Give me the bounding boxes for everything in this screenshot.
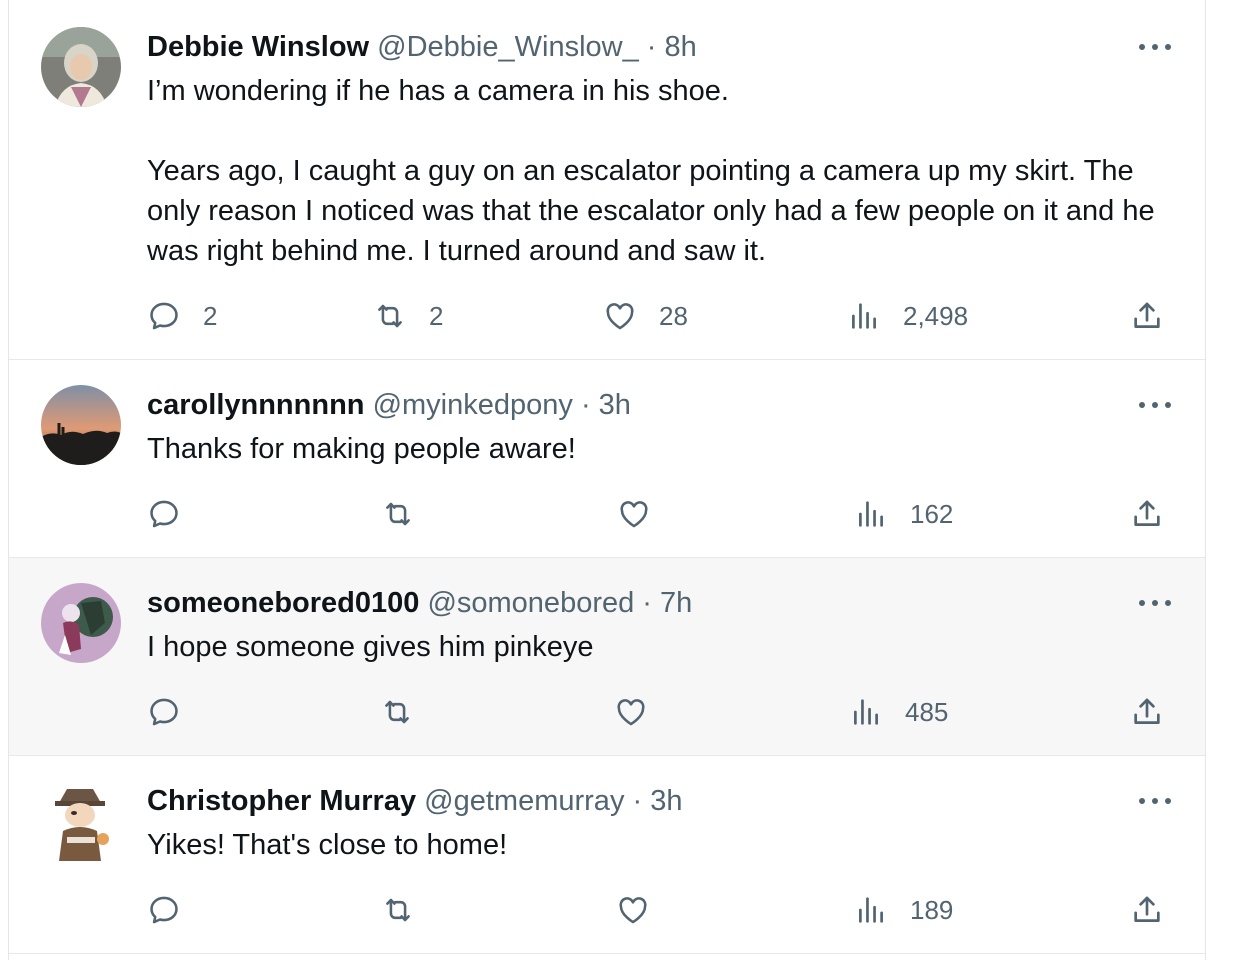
timestamp[interactable]: 7h: [660, 587, 692, 619]
like-button[interactable]: [616, 890, 650, 930]
view-count: 2,498: [903, 300, 969, 331]
like-icon: [620, 501, 648, 528]
more-icon[interactable]: [1139, 37, 1171, 57]
share-icon: [1134, 500, 1160, 526]
timestamp[interactable]: 3h: [650, 785, 682, 817]
tweet-paragraph: Years ago, I caught a guy on an escalato…: [147, 155, 1155, 267]
retweet-icon: [386, 502, 410, 526]
tweet-header: Debbie Winslow @Debbie_Winslow_ · 8h: [147, 27, 697, 67]
share-button[interactable]: [1130, 296, 1164, 336]
avatar[interactable]: [41, 385, 121, 465]
reply-button[interactable]: [147, 890, 181, 930]
retweet-count: 2: [429, 300, 444, 331]
reply-icon: [150, 896, 178, 924]
views-icon: [854, 699, 878, 725]
tweet-debbie-winslow[interactable]: Debbie Winslow @Debbie_Winslow_ · 8h I’m…: [9, 0, 1205, 360]
like-icon: [619, 897, 647, 924]
reply-icon: [150, 500, 178, 528]
timestamp[interactable]: 3h: [599, 389, 631, 421]
user-handle[interactable]: @getmemurray: [424, 785, 624, 817]
separator-dot: ·: [646, 31, 657, 63]
like-button[interactable]: [617, 494, 651, 534]
tweet-header: Christopher Murray @getmemurray · 3h: [147, 781, 683, 821]
like-button[interactable]: 28: [603, 296, 688, 336]
display-name[interactable]: Debbie Winslow: [147, 31, 369, 63]
reply-button[interactable]: 2: [147, 296, 217, 336]
avatar[interactable]: [41, 781, 121, 861]
timestamp[interactable]: 8h: [665, 31, 697, 63]
avatar[interactable]: [41, 27, 121, 107]
separator-dot: ·: [642, 587, 652, 619]
avatar[interactable]: [41, 583, 121, 663]
share-button[interactable]: [1130, 890, 1164, 930]
tweet-christopher-murray[interactable]: Christopher Murray @getmemurray · 3h Yik…: [9, 756, 1205, 954]
reply-button[interactable]: [147, 494, 181, 534]
tweet-text: I’m wondering if he has a camera in his …: [147, 71, 1187, 271]
share-button[interactable]: [1130, 494, 1164, 534]
tweet-header: carollynnnnnnn @myinkedpony · 3h: [147, 385, 631, 425]
more-icon[interactable]: [1139, 791, 1171, 811]
retweet-button[interactable]: [380, 692, 414, 732]
tweet-paragraph: I’m wondering if he has a camera in his …: [147, 75, 729, 107]
more-icon[interactable]: [1139, 395, 1171, 415]
separator-dot: ·: [580, 389, 591, 421]
reply-icon: [150, 302, 178, 330]
retweet-icon: [378, 304, 402, 328]
tweet-text: Thanks for making people aware!: [147, 429, 1187, 469]
user-handle[interactable]: @myinkedpony: [373, 389, 573, 421]
tweet-text: Yikes! That's close to home!: [147, 825, 1187, 865]
tweet-paragraph: I hope someone gives him pinkeye: [147, 631, 594, 663]
reply-button[interactable]: [147, 692, 181, 732]
like-icon: [606, 303, 634, 330]
display-name[interactable]: carollynnnnnnn: [147, 389, 365, 421]
share-icon: [1134, 698, 1160, 724]
display-name[interactable]: someonebored0100: [147, 587, 419, 619]
retweet-icon: [385, 700, 409, 724]
like-count: 28: [659, 300, 688, 331]
like-icon: [617, 699, 645, 726]
like-button[interactable]: [614, 692, 648, 732]
views-button[interactable]: 485: [849, 692, 948, 732]
view-count: 189: [910, 894, 954, 925]
reply-feed: Debbie Winslow @Debbie_Winslow_ · 8h I’m…: [8, 0, 1206, 960]
retweet-button[interactable]: 2: [373, 296, 443, 336]
tweet-paragraph: Yikes! That's close to home!: [147, 829, 508, 861]
more-icon[interactable]: [1139, 593, 1171, 613]
retweet-button[interactable]: [381, 494, 415, 534]
views-button[interactable]: 2,498: [847, 296, 968, 336]
view-count: 485: [905, 696, 949, 727]
reply-icon: [150, 698, 178, 726]
user-handle[interactable]: @somonebored: [427, 587, 634, 619]
tweet-header: someonebored0100 @somonebored · 7h: [147, 583, 692, 623]
user-handle[interactable]: @Debbie_Winslow_: [377, 31, 639, 63]
reply-count: 2: [203, 300, 218, 331]
views-icon: [852, 303, 876, 329]
tweet-someonebored0100[interactable]: someonebored0100 @somonebored · 7h I hop…: [9, 558, 1205, 756]
views-button[interactable]: 189: [854, 890, 953, 930]
retweet-icon: [386, 898, 410, 922]
tweet-text: I hope someone gives him pinkeye: [147, 627, 1187, 667]
tweet-carollynnnnnnn[interactable]: carollynnnnnnn @myinkedpony · 3h Thanks …: [9, 360, 1205, 558]
view-count: 162: [910, 498, 954, 529]
tweet-paragraph: Thanks for making people aware!: [147, 433, 576, 465]
share-button[interactable]: [1130, 692, 1164, 732]
views-button[interactable]: 162: [854, 494, 953, 534]
share-icon: [1134, 302, 1160, 328]
share-icon: [1134, 896, 1160, 922]
views-icon: [859, 501, 883, 527]
retweet-button[interactable]: [381, 890, 415, 930]
views-icon: [859, 897, 883, 923]
separator-dot: ·: [632, 785, 643, 817]
display-name[interactable]: Christopher Murray: [147, 785, 416, 817]
